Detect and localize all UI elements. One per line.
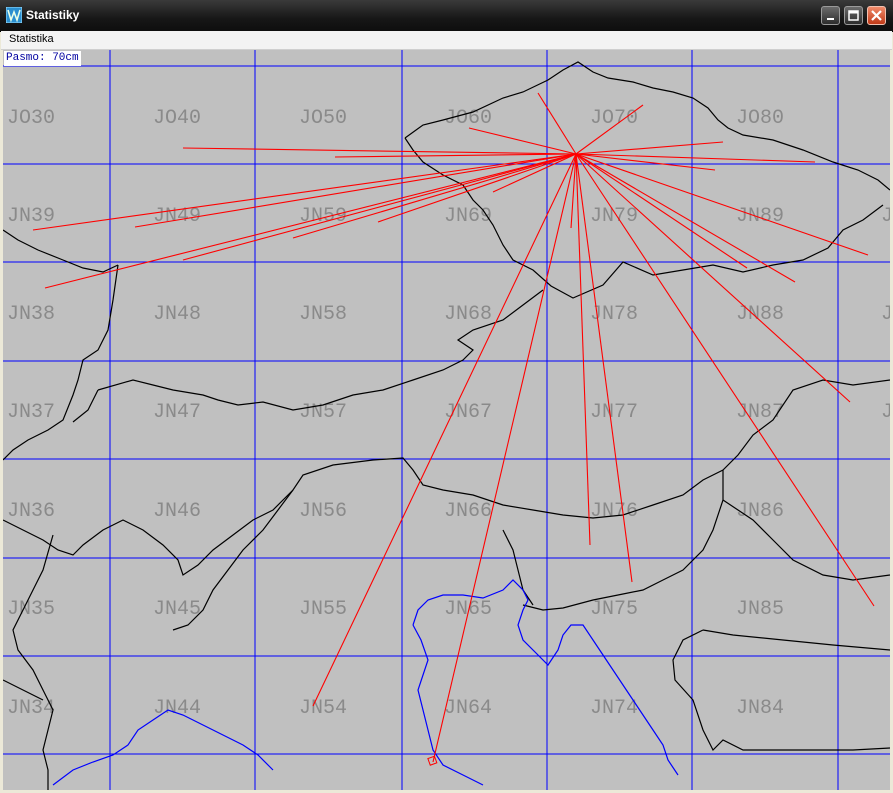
locator-label: JN55 [299,598,347,621]
locator-label: JN56 [299,500,347,523]
locator-label: JN74 [590,697,638,720]
close-button[interactable] [867,6,886,25]
locator-label: JN76 [590,500,638,523]
band-label: Pasmo: 70cm [4,51,81,66]
locator-label: JO30 [7,107,55,130]
locator-label: JN46 [153,500,201,523]
locator-label: JN47 [153,401,201,424]
app-map-icon [6,7,22,23]
locator-label: JN87 [736,401,784,424]
locator-label: JN86 [736,500,784,523]
locator-label: JO40 [153,107,201,130]
minimize-icon [827,18,834,20]
maximize-button[interactable] [844,6,863,25]
window-title: Statistiky [26,8,80,22]
locator-label: JN69 [444,205,492,228]
locator-label: JN66 [444,500,492,523]
locator-label: JN49 [153,205,201,228]
locator-label: JN54 [299,697,347,720]
locator-label: JN65 [444,598,492,621]
locator-map: JO30 JO40 JO50 JO60 JO70 JO80 JN39 JN49 … [3,50,890,790]
locator-label: JN38 [7,303,55,326]
close-icon [871,10,882,21]
maximize-icon [848,10,859,21]
locator-label: J [881,401,890,424]
locator-label: JN44 [153,697,201,720]
locator-label: JN48 [153,303,201,326]
locator-label: JN89 [736,205,784,228]
menu-bar: Statistika [1,31,892,50]
locator-label: JO80 [736,107,784,130]
locator-label: JO50 [299,107,347,130]
locator-label: JO60 [444,107,492,130]
locator-label: JN75 [590,598,638,621]
locator-label: JN64 [444,697,492,720]
locator-label: J [881,303,890,326]
locator-label: JN39 [7,205,55,228]
locator-label: JN85 [736,598,784,621]
locator-label: JN35 [7,598,55,621]
minimize-button[interactable] [821,6,840,25]
statistics-window: Statistiky Statistika JO30 JO40 JO50 JO6… [0,0,893,793]
locator-label: JN45 [153,598,201,621]
locator-label: J [881,205,890,228]
locator-label: JN67 [444,401,492,424]
locator-label: JN36 [7,500,55,523]
locator-label: JN84 [736,697,784,720]
locator-label: JN58 [299,303,347,326]
locator-label: JN37 [7,401,55,424]
locator-label: JN88 [736,303,784,326]
locator-label: JN68 [444,303,492,326]
map-canvas[interactable]: JO30 JO40 JO50 JO60 JO70 JO80 JN39 JN49 … [3,50,890,790]
locator-label: JN77 [590,401,638,424]
locator-label: JN79 [590,205,638,228]
menu-statistika[interactable]: Statistika [9,33,54,45]
title-bar[interactable]: Statistiky [0,0,893,32]
